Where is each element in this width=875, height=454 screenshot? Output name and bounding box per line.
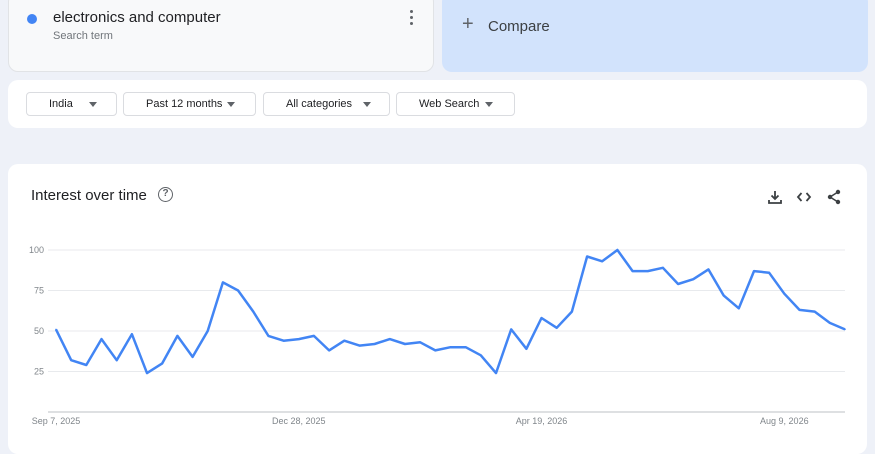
category-dropdown[interactable]: All categories: [263, 92, 390, 116]
data-point: [191, 356, 194, 358]
chevron-down-icon: [89, 102, 97, 107]
data-point: [555, 326, 558, 329]
x-tick-label: Sep 7, 2025: [32, 416, 81, 426]
data-point: [844, 328, 846, 331]
data-point: [389, 338, 391, 340]
data-point: [646, 270, 649, 272]
x-tick-label: Dec 28, 2025: [272, 416, 326, 426]
data-point: [70, 359, 72, 361]
search-type-value: Web Search: [419, 98, 480, 110]
data-point: [692, 278, 695, 280]
data-point: [100, 338, 103, 340]
data-point: [586, 255, 588, 258]
data-point: [631, 270, 634, 272]
data-point: [662, 267, 664, 269]
compare-button[interactable]: + Compare: [442, 0, 868, 72]
time-range-dropdown[interactable]: Past 12 months: [123, 92, 256, 116]
data-point: [829, 322, 831, 324]
search-type-dropdown[interactable]: Web Search: [396, 92, 515, 116]
x-tick-label: Aug 9, 2026: [760, 416, 809, 426]
data-point: [146, 372, 148, 374]
data-point: [328, 349, 330, 352]
data-point: [85, 364, 88, 366]
data-point: [343, 339, 346, 342]
data-point: [601, 260, 604, 263]
region-value: India: [49, 98, 73, 110]
data-point: [404, 343, 406, 345]
y-tick-label: 25: [34, 367, 44, 377]
chevron-down-icon: [227, 102, 235, 107]
data-point: [449, 346, 452, 348]
chevron-down-icon: [485, 102, 493, 107]
data-point: [115, 359, 118, 361]
data-point: [737, 307, 740, 310]
data-point: [768, 271, 770, 274]
region-dropdown[interactable]: India: [26, 92, 117, 116]
interest-over-time-card: Interest over time ? 25 50 75 100 Sep 7, 202…: [8, 164, 867, 454]
data-point: [206, 330, 209, 332]
data-point: [571, 310, 573, 313]
compare-label: Compare: [488, 18, 550, 35]
series-color-dot: [27, 14, 37, 24]
y-tick-label: 75: [34, 286, 44, 296]
y-tick-label: 50: [34, 326, 44, 336]
data-point: [495, 372, 497, 374]
x-tick-label: Apr 19, 2026: [516, 416, 568, 426]
data-point: [540, 317, 543, 319]
data-point: [237, 289, 239, 292]
data-point: [358, 344, 361, 347]
data-point: [222, 281, 224, 284]
data-point: [783, 292, 786, 295]
data-point: [798, 309, 801, 311]
data-point: [419, 341, 421, 344]
data-point: [677, 283, 679, 285]
data-point: [282, 339, 285, 342]
data-point: [373, 343, 376, 345]
data-point: [707, 268, 710, 271]
data-point: [434, 349, 437, 352]
y-tick-label: 100: [29, 245, 44, 255]
data-point: [480, 354, 482, 357]
search-term-card[interactable]: electronics and computer Search term: [8, 0, 434, 72]
search-term-subtitle: Search term: [53, 30, 113, 42]
data-point: [131, 333, 133, 336]
series-line: [54, 248, 846, 375]
category-value: All categories: [286, 98, 353, 110]
data-point: [510, 328, 512, 331]
data-point: [722, 294, 725, 297]
plus-icon: +: [462, 13, 474, 35]
data-point: [313, 335, 315, 337]
data-point: [525, 348, 528, 350]
search-term-title: electronics and computer: [53, 9, 221, 26]
interest-line-chart: 25 50 75 100 Sep 7, 2025 Dec 28, 2025 Apr 19, …: [29, 245, 846, 426]
data-point: [161, 362, 164, 365]
data-point: [616, 249, 619, 251]
data-point: [297, 338, 300, 340]
filter-bar: India Past 12 months All categories Web …: [8, 80, 867, 128]
data-point: [464, 346, 467, 348]
data-point: [176, 335, 179, 337]
more-options-icon[interactable]: [401, 7, 421, 31]
data-point: [753, 270, 755, 272]
data-point: [813, 310, 816, 313]
data-point: [252, 310, 255, 313]
data-point: [267, 335, 270, 337]
chevron-down-icon: [363, 102, 371, 107]
data-point: [55, 328, 57, 331]
time-range-value: Past 12 months: [146, 98, 223, 110]
